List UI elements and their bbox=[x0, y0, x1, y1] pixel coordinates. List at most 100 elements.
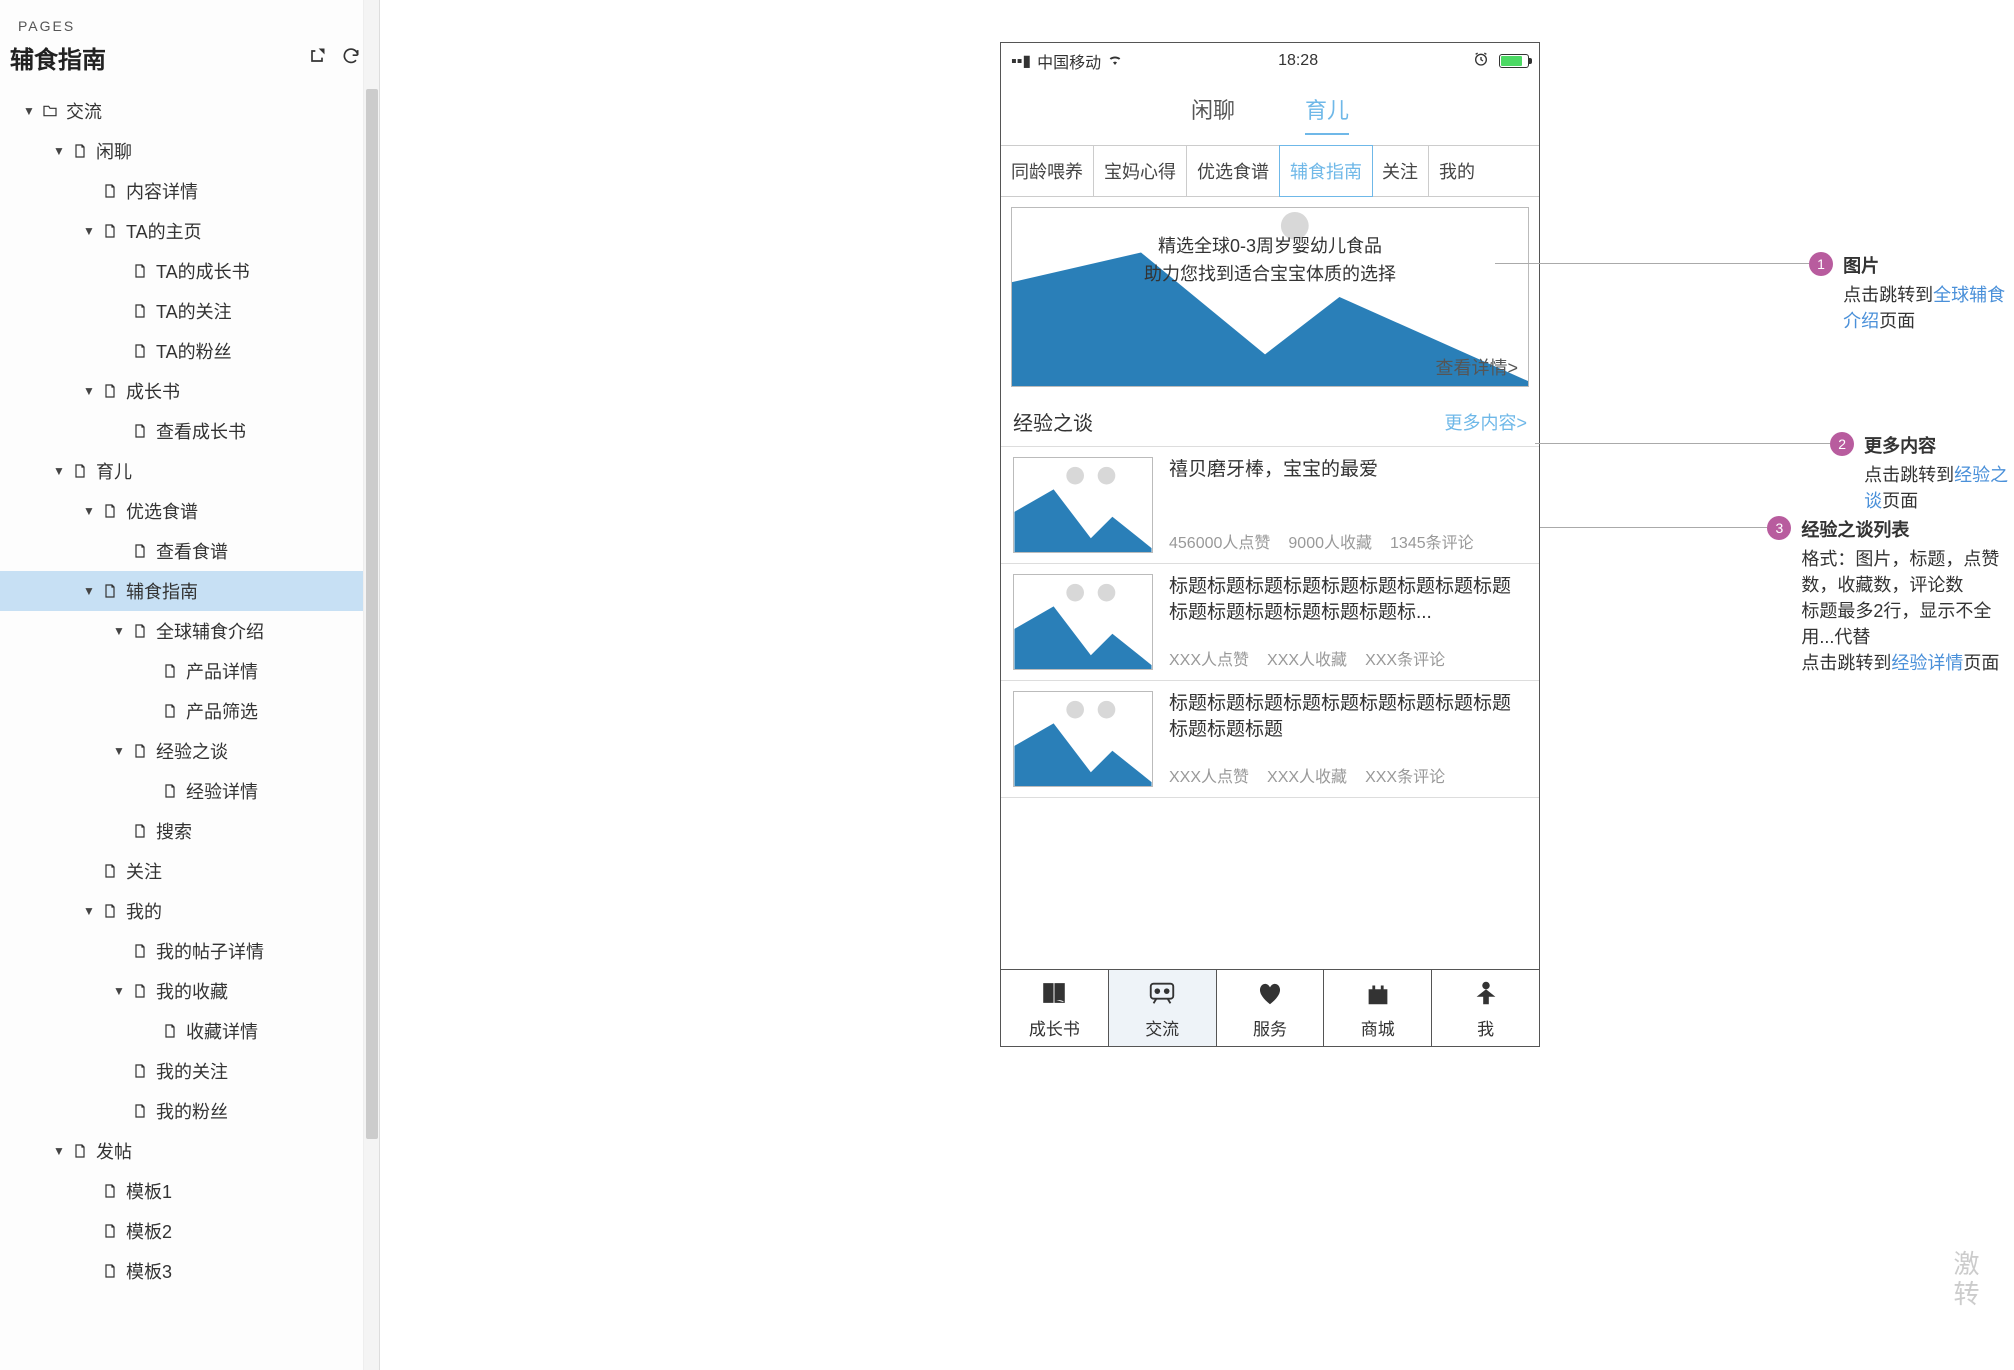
annotation-title: 经验之谈列表 bbox=[1801, 516, 2014, 542]
tree-node[interactable]: ▼经验之谈 bbox=[0, 731, 379, 771]
sub-tab[interactable]: 宝妈心得 bbox=[1094, 146, 1187, 196]
tree-node[interactable]: 内容详情 bbox=[0, 171, 379, 211]
person-icon bbox=[1470, 978, 1502, 1013]
chevron-icon[interactable]: ▼ bbox=[22, 104, 36, 118]
tree-label: 查看食谱 bbox=[156, 538, 228, 564]
tree-node[interactable]: 我的帖子详情 bbox=[0, 931, 379, 971]
tree-label: 交流 bbox=[66, 98, 102, 124]
sub-tab[interactable]: 我的 bbox=[1429, 146, 1485, 196]
chevron-icon[interactable]: ▼ bbox=[82, 584, 96, 598]
pages-panel: PAGES 辅食指南 ▼ 交流 ▼闲聊内容详情▼TA的主页TA的成长书TA的关注TA… bbox=[0, 0, 380, 1370]
tree-node[interactable]: 产品筛选 bbox=[0, 691, 379, 731]
experience-list: 禧贝磨牙棒，宝宝的最爱456000人点赞9000人收藏1345条评论标题标题标题… bbox=[1001, 447, 1539, 798]
tree-node[interactable]: 查看食谱 bbox=[0, 531, 379, 571]
tree-node[interactable]: 模板3 bbox=[0, 1251, 379, 1291]
scrollbar-thumb[interactable] bbox=[366, 89, 378, 1139]
annotation: 2更多内容点击跳转到经验之谈页面 bbox=[1535, 432, 2014, 514]
chevron-icon[interactable]: ▼ bbox=[82, 224, 96, 238]
tree-node[interactable]: 模板2 bbox=[0, 1211, 379, 1251]
tree-label: 成长书 bbox=[126, 378, 180, 404]
annotation-badge: 1 bbox=[1809, 252, 1833, 276]
annotation-desc: 点击跳转到全球辅食介绍页面 bbox=[1843, 282, 2014, 334]
tree-node[interactable]: ▼ 我的 bbox=[0, 891, 379, 931]
bottom-nav-item[interactable]: 商城 bbox=[1324, 970, 1432, 1046]
pages-label: PAGES bbox=[0, 0, 379, 40]
tree-node[interactable]: ▼ 成长书 bbox=[0, 371, 379, 411]
tree-label: 产品筛选 bbox=[186, 698, 258, 724]
tree-node[interactable]: 模板1 bbox=[0, 1171, 379, 1211]
tree-node[interactable]: TA的粉丝 bbox=[0, 331, 379, 371]
annotation-badge: 3 bbox=[1767, 516, 1791, 540]
phone-mockup: ▪▪▮ 中国移动 18:28 闲聊育儿 同龄喂养宝妈心得优选食谱辅食指南关注我的 bbox=[1000, 42, 1540, 1047]
chevron-icon[interactable]: ▼ bbox=[82, 504, 96, 518]
clock-label: 18:28 bbox=[1278, 52, 1318, 70]
tree-node[interactable]: ▼TA的主页 bbox=[0, 211, 379, 251]
tree-node[interactable]: ▼发帖 bbox=[0, 1131, 379, 1171]
list-item[interactable]: 标题标题标题标题标题标题标题标题标题标题标题标题XXX人点赞XXX人收藏XXX条… bbox=[1001, 681, 1539, 798]
chevron-icon[interactable]: ▼ bbox=[52, 144, 66, 158]
tree-node[interactable]: TA的成长书 bbox=[0, 251, 379, 291]
tree-label: 全球辅食介绍 bbox=[156, 618, 264, 644]
sub-tab[interactable]: 优选食谱 bbox=[1187, 146, 1280, 196]
tree-node[interactable]: 我的关注 bbox=[0, 1051, 379, 1091]
more-link[interactable]: 更多内容> bbox=[1444, 409, 1527, 435]
tree-node[interactable]: 产品详情 bbox=[0, 651, 379, 691]
tree-node[interactable]: ▼ 优选食谱 bbox=[0, 491, 379, 531]
tree-node[interactable]: ▼我的收藏 bbox=[0, 971, 379, 1011]
canvas: ▪▪▮ 中国移动 18:28 闲聊育儿 同龄喂养宝妈心得优选食谱辅食指南关注我的 bbox=[380, 0, 2014, 1370]
chevron-icon[interactable]: ▼ bbox=[82, 904, 96, 918]
nav-label: 交流 bbox=[1145, 1015, 1179, 1040]
top-tab[interactable]: 育儿 bbox=[1305, 93, 1349, 135]
bottom-nav-item[interactable]: 我 bbox=[1432, 970, 1539, 1046]
tree-label: 我的 bbox=[126, 898, 162, 924]
chevron-icon[interactable]: ▼ bbox=[52, 1144, 66, 1158]
tree-node[interactable]: ▼闲聊 bbox=[0, 131, 379, 171]
tree-label: 收藏详情 bbox=[186, 1018, 258, 1044]
sub-tab[interactable]: 辅食指南 bbox=[1279, 145, 1373, 197]
list-item[interactable]: 标题标题标题标题标题标题标题标题标题标题标题标题标题标题标题标...XXX人点赞… bbox=[1001, 564, 1539, 681]
tree-label: 优选食谱 bbox=[126, 498, 198, 524]
watermark: 激转 bbox=[1947, 1250, 1984, 1310]
chevron-icon[interactable]: ▼ bbox=[112, 984, 126, 998]
chevron-icon[interactable]: ▼ bbox=[82, 384, 96, 398]
bottom-nav-item[interactable]: 交流 bbox=[1109, 970, 1217, 1046]
tree-node[interactable]: 经验详情 bbox=[0, 771, 379, 811]
banner-detail-link[interactable]: 查看详情> bbox=[1435, 354, 1518, 380]
refresh-icon[interactable] bbox=[341, 46, 361, 69]
chevron-icon[interactable]: ▼ bbox=[52, 464, 66, 478]
current-page-title: 辅食指南 bbox=[10, 40, 106, 75]
tree-node[interactable]: 我的粉丝 bbox=[0, 1091, 379, 1131]
scrollbar-vertical[interactable] bbox=[363, 0, 379, 1370]
item-meta: 456000人点赞9000人收藏1345条评论 bbox=[1169, 529, 1527, 553]
tree-label: 经验详情 bbox=[186, 778, 258, 804]
banner[interactable]: 精选全球0-3周岁婴幼儿食品 助力您找到适合宝宝体质的选择 查看详情> bbox=[1011, 207, 1529, 387]
annotation-desc: 点击跳转到经验之谈页面 bbox=[1864, 462, 2014, 514]
bottom-nav-item[interactable]: 服务 bbox=[1217, 970, 1325, 1046]
tree-node[interactable]: 查看成长书 bbox=[0, 411, 379, 451]
chevron-icon[interactable]: ▼ bbox=[112, 624, 126, 638]
tree-label: 我的帖子详情 bbox=[156, 938, 264, 964]
nav-label: 商城 bbox=[1361, 1015, 1395, 1040]
export-icon[interactable] bbox=[307, 46, 327, 69]
tree-node[interactable]: 收藏详情 bbox=[0, 1011, 379, 1051]
tree-node[interactable]: ▼ 全球辅食介绍 bbox=[0, 611, 379, 651]
annotation: 1图片点击跳转到全球辅食介绍页面 bbox=[1495, 252, 2014, 334]
tree-node[interactable]: ▼育儿 bbox=[0, 451, 379, 491]
sub-tab[interactable]: 关注 bbox=[1372, 146, 1429, 196]
tree-label: 查看成长书 bbox=[156, 418, 246, 444]
tree-node[interactable]: ▼ 交流 bbox=[0, 91, 379, 131]
top-tab[interactable]: 闲聊 bbox=[1191, 93, 1235, 135]
castle-icon bbox=[1362, 978, 1394, 1013]
section-header: 经验之谈 更多内容> bbox=[1001, 397, 1539, 447]
item-title: 标题标题标题标题标题标题标题标题标题标题标题标题标题标题标题标... bbox=[1169, 574, 1527, 626]
thumbnail bbox=[1013, 574, 1153, 670]
tree-node[interactable]: ▼辅食指南 bbox=[0, 571, 379, 611]
tree-node[interactable]: 关注 bbox=[0, 851, 379, 891]
pages-tree: ▼ 交流 ▼闲聊内容详情▼TA的主页TA的成长书TA的关注TA的粉丝 ▼ 成长书查看成长… bbox=[0, 87, 379, 1295]
tree-node[interactable]: 搜索 bbox=[0, 811, 379, 851]
bottom-nav-item[interactable]: 成长书 bbox=[1001, 970, 1109, 1046]
sub-tab[interactable]: 同龄喂养 bbox=[1001, 146, 1094, 196]
tree-node[interactable]: TA的关注 bbox=[0, 291, 379, 331]
chevron-icon[interactable]: ▼ bbox=[112, 744, 126, 758]
list-item[interactable]: 禧贝磨牙棒，宝宝的最爱456000人点赞9000人收藏1345条评论 bbox=[1001, 447, 1539, 564]
